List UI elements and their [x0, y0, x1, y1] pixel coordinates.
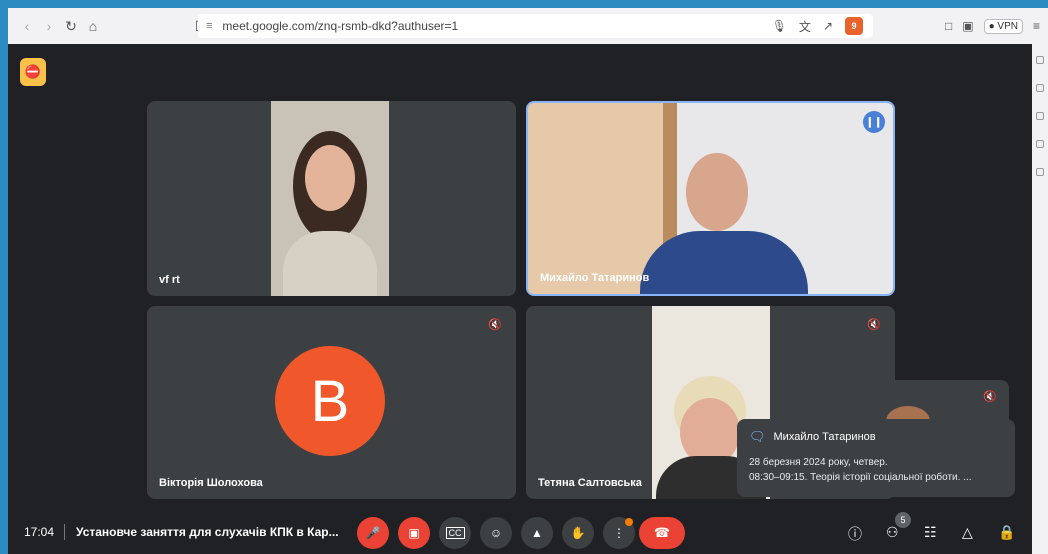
person-face: [305, 145, 355, 211]
chat-notification[interactable]: 🗨 Михайло Татаринов 28 березня 2024 року…: [737, 419, 1015, 497]
side-panel-icon[interactable]: [1036, 56, 1044, 64]
muted-mic-icon: 🔇: [983, 391, 997, 403]
people-icon[interactable]: ⚇: [886, 524, 899, 541]
wallet-icon[interactable]: ▣: [962, 19, 973, 33]
meet-window: ⛔ vf rt ❙❙ Михайло Татаринов 🔇 В Вікторі…: [8, 44, 1032, 554]
meeting-title: Установче заняття для слухачів КПК в Кар…: [76, 525, 339, 539]
side-panel-icon[interactable]: [1036, 84, 1044, 92]
speaking-indicator-icon: ❙❙: [863, 111, 885, 133]
muted-mic-icon: 🔇: [488, 319, 502, 331]
menu-icon[interactable]: ≡: [1033, 19, 1040, 33]
divider: [64, 524, 65, 540]
notification-line-2: 08:30–09:15. Теорія історії соціальної р…: [749, 472, 972, 483]
notification-line-1: 28 березня 2024 року, четвер.: [749, 457, 888, 468]
captions-icon: CC: [445, 527, 465, 539]
meeting-controls-bar: 17:04 Установче заняття для слухачів КПК…: [8, 512, 1032, 554]
back-icon[interactable]: ‹: [16, 15, 38, 37]
participant-tile-vf-rt[interactable]: vf rt: [147, 101, 516, 296]
captions-button[interactable]: CC: [439, 517, 471, 549]
reactions-button[interactable]: ☺: [480, 517, 512, 549]
site-settings-icon[interactable]: ≡: [206, 20, 212, 32]
participant-name: Тетяна Салтовська: [538, 477, 642, 489]
side-panel-icon[interactable]: [1036, 168, 1044, 176]
participant-tile-viktoriia[interactable]: 🔇 В Вікторія Шолохова: [147, 306, 516, 499]
mic-off-icon: 🎤: [365, 526, 381, 540]
leave-call-button[interactable]: ☎: [639, 517, 685, 549]
translate-icon[interactable]: 文: [799, 18, 811, 35]
chat-icon[interactable]: ☷: [924, 524, 937, 541]
wall-panel: [528, 103, 663, 294]
meeting-info-icon[interactable]: ⓘ: [848, 524, 862, 544]
side-panel-icon[interactable]: [1036, 112, 1044, 120]
person-body: [283, 231, 377, 296]
activities-icon[interactable]: △: [962, 524, 973, 541]
present-screen-button[interactable]: ▲: [521, 517, 553, 549]
microphone-icon[interactable]: 🎙: [772, 19, 787, 33]
vpn-button[interactable]: ● VPN: [983, 18, 1023, 34]
person-body: [640, 231, 808, 294]
more-vert-icon: ⋮: [613, 526, 625, 540]
hang-up-icon: ☎: [653, 525, 671, 540]
browser-side-panel: [1032, 44, 1048, 554]
home-icon[interactable]: ⌂: [82, 15, 104, 37]
participant-tile-mykhailo[interactable]: ❙❙ Михайло Татаринов: [526, 101, 895, 296]
side-panel-icon[interactable]: [1036, 140, 1044, 148]
hand-icon: ✋: [570, 526, 586, 540]
person-face: [686, 153, 748, 231]
participant-name: vf rt: [159, 274, 180, 286]
microphone-toggle-button[interactable]: 🎤: [357, 517, 389, 549]
notification-dot: [625, 518, 633, 526]
avatar: В: [275, 346, 385, 456]
raise-hand-button[interactable]: ✋: [562, 517, 594, 549]
participant-name: Михайло Татаринов: [540, 272, 650, 284]
participant-name: Вікторія Шолохова: [159, 477, 263, 489]
camera-off-icon: ▣: [408, 526, 420, 540]
camera-off-badge-icon[interactable]: ⛔: [20, 58, 46, 86]
forward-icon[interactable]: ›: [38, 15, 60, 37]
participant-video: [271, 101, 389, 296]
browser-toolbar: ‹ › ↻ ⌂ ☐ ≡ meet.google.com/znq-rsmb-dkd…: [8, 8, 1048, 44]
address-bar[interactable]: ≡ meet.google.com/znq-rsmb-dkd?authuser=…: [198, 14, 873, 38]
share-icon[interactable]: ↗: [823, 19, 833, 33]
notification-sender: Михайло Татаринов: [773, 431, 876, 443]
camera-toggle-button[interactable]: ▣: [398, 517, 430, 549]
meeting-clock: 17:04: [24, 525, 55, 539]
emoji-icon: ☺: [489, 526, 503, 540]
brave-shield-icon[interactable]: 9: [845, 17, 863, 35]
sidebar-toggle-icon[interactable]: □: [945, 19, 952, 33]
host-controls-icon[interactable]: 🔒: [998, 524, 1015, 541]
chat-message-icon: 🗨: [749, 429, 766, 444]
reload-icon[interactable]: ↻: [60, 15, 82, 37]
present-icon: ▲: [531, 526, 543, 540]
url-text: meet.google.com/znq-rsmb-dkd?authuser=1: [222, 19, 459, 33]
muted-mic-icon: 🔇: [867, 319, 881, 331]
participant-video: [528, 103, 893, 294]
